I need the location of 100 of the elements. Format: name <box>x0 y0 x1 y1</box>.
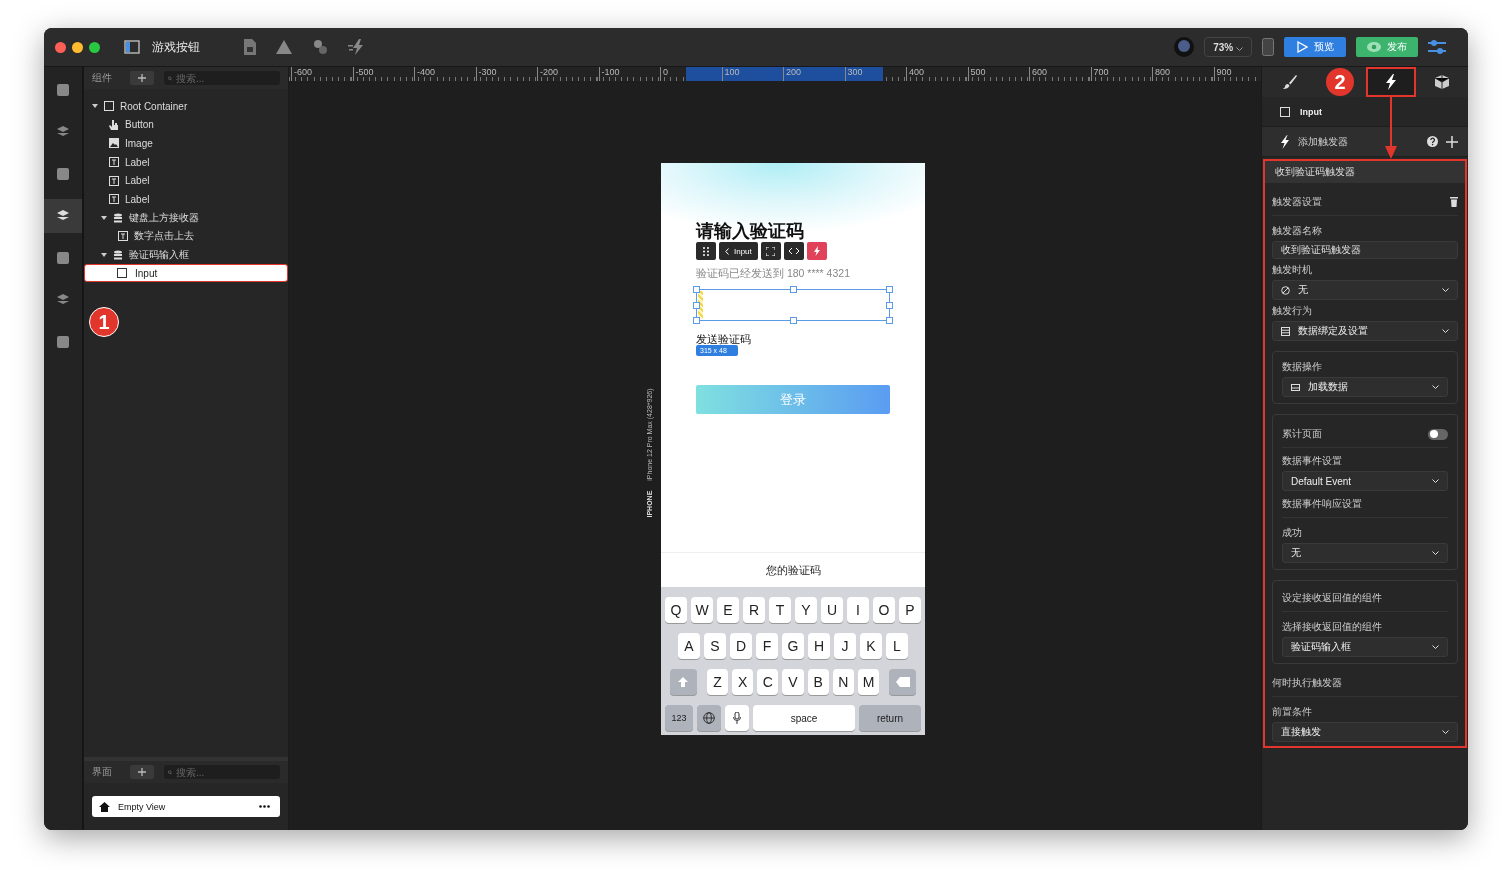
tree-item[interactable]: 验证码输入框 <box>84 245 288 265</box>
keyboard-header: 您的验证码 <box>661 552 925 587</box>
tree-item[interactable]: Input <box>84 264 288 283</box>
key[interactable]: X <box>732 669 754 695</box>
tree-item[interactable]: Root Container <box>84 97 288 116</box>
code-icon[interactable] <box>783 242 804 260</box>
select-dropdown[interactable]: 直接触发 <box>1272 722 1458 742</box>
layers-icon[interactable] <box>44 199 82 233</box>
key[interactable]: Z <box>706 669 729 695</box>
add-icon[interactable] <box>1446 135 1458 148</box>
avatar[interactable] <box>1174 37 1195 57</box>
field-label: 数据事件设置 <box>1282 454 1343 468</box>
toggle-switch[interactable] <box>1428 428 1448 440</box>
eye-icon <box>1367 42 1381 52</box>
close-button[interactable] <box>55 41 66 53</box>
tree-item[interactable]: Label <box>84 152 288 172</box>
add-button[interactable] <box>130 765 154 779</box>
key[interactable]: E <box>717 597 739 623</box>
key[interactable]: O <box>873 597 895 623</box>
select-dropdown[interactable]: 无 <box>1282 543 1448 563</box>
key[interactable]: A <box>678 633 700 659</box>
disclosure-icon[interactable] <box>101 252 107 259</box>
name-field[interactable]: 收到验证码触发器 <box>1272 241 1458 259</box>
key[interactable]: M <box>857 669 880 695</box>
panel-title: 界面 <box>92 765 113 779</box>
search-field[interactable]: 搜索... <box>164 765 280 779</box>
ruler-label: 800 <box>1152 67 1214 81</box>
tree-item[interactable]: Label <box>84 189 288 209</box>
trash-icon[interactable] <box>1450 197 1458 207</box>
key[interactable]: N <box>832 669 854 695</box>
trigger-title: 收到验证码触发器 <box>1265 161 1465 183</box>
zoom-dropdown[interactable]: 73% <box>1204 37 1252 57</box>
tree-item[interactable]: 数字点击上去 <box>84 227 288 246</box>
add-button[interactable] <box>130 71 154 85</box>
key[interactable]: L <box>886 633 908 659</box>
key[interactable]: V <box>782 669 804 695</box>
help-icon[interactable] <box>1427 136 1438 147</box>
maximize-button[interactable] <box>89 41 100 53</box>
key[interactable]: J <box>834 633 856 659</box>
parent-button[interactable]: Input <box>719 242 758 260</box>
send-code-link[interactable]: 发送验证码 <box>696 333 751 345</box>
disclosure-icon[interactable] <box>101 214 107 221</box>
chevron-down-icon <box>1442 730 1449 734</box>
key[interactable]: B <box>807 669 829 695</box>
tree-item[interactable]: 键盘上方接收器 <box>84 208 288 228</box>
key[interactable]: R <box>743 597 765 623</box>
more-icon[interactable] <box>259 805 270 808</box>
lightning-icon <box>1280 134 1290 149</box>
code-input[interactable] <box>696 289 890 321</box>
tree-item[interactable]: Label <box>84 171 288 190</box>
select-dropdown[interactable]: Default Event <box>1282 471 1448 491</box>
search-input[interactable]: 搜索... <box>176 766 276 778</box>
text-icon <box>109 175 119 186</box>
square-icon <box>1280 106 1290 117</box>
tree-item[interactable]: Button <box>84 115 288 135</box>
key[interactable]: T <box>769 597 791 623</box>
sidebar-icon[interactable] <box>124 40 140 54</box>
key[interactable]: Q <box>665 597 687 623</box>
search-field[interactable]: 搜索... <box>164 71 280 85</box>
shift-icon <box>678 677 689 687</box>
section-title: 设定接收返回值的组件 <box>1282 591 1382 605</box>
select-dropdown[interactable]: 数据绑定及设置 <box>1272 321 1458 341</box>
drag-handle-icon[interactable] <box>696 242 716 260</box>
key[interactable]: F <box>756 633 778 659</box>
select-dropdown[interactable]: 无 <box>1272 280 1458 300</box>
microphone-key[interactable] <box>725 705 749 731</box>
return-key[interactable]: return <box>859 705 921 731</box>
select-dropdown[interactable]: 验证码输入框 <box>1282 637 1448 657</box>
space-key[interactable]: space <box>753 705 855 731</box>
window-title: 游戏按钮 <box>152 38 200 56</box>
screen-item[interactable]: Empty View <box>92 796 280 817</box>
sliders-icon[interactable] <box>1428 39 1446 55</box>
disclosure-icon[interactable] <box>92 103 98 110</box>
expand-icon[interactable] <box>760 242 781 260</box>
lightning-icon[interactable] <box>1366 67 1416 97</box>
text-icon <box>109 157 119 168</box>
minimize-button[interactable] <box>72 41 83 53</box>
key[interactable]: Y <box>795 597 817 623</box>
tree-item[interactable]: Image <box>84 134 288 153</box>
triangle-icon[interactable] <box>276 40 292 54</box>
key[interactable]: U <box>821 597 843 623</box>
key[interactable]: H <box>808 633 830 659</box>
key[interactable]: S <box>704 633 726 659</box>
document-icon[interactable] <box>244 39 256 55</box>
key[interactable]: K <box>860 633 882 659</box>
shapes-icon[interactable] <box>312 39 328 55</box>
ruler-label: 300 <box>844 67 906 81</box>
select-dropdown[interactable]: 加载数据 <box>1282 377 1448 397</box>
search-input[interactable]: 搜索... <box>176 72 276 84</box>
key[interactable]: D <box>730 633 752 659</box>
chevron-left-icon <box>725 247 729 255</box>
key[interactable]: W <box>691 597 713 623</box>
numbers-key[interactable]: 123 <box>665 705 693 731</box>
key[interactable]: I <box>847 597 869 623</box>
globe-key[interactable] <box>697 705 721 731</box>
preview-button[interactable]: 预览 <box>1284 37 1346 57</box>
key[interactable]: G <box>782 633 804 659</box>
ruler-label: 100 <box>721 67 783 81</box>
key[interactable]: C <box>757 669 779 695</box>
key[interactable]: P <box>899 597 921 623</box>
